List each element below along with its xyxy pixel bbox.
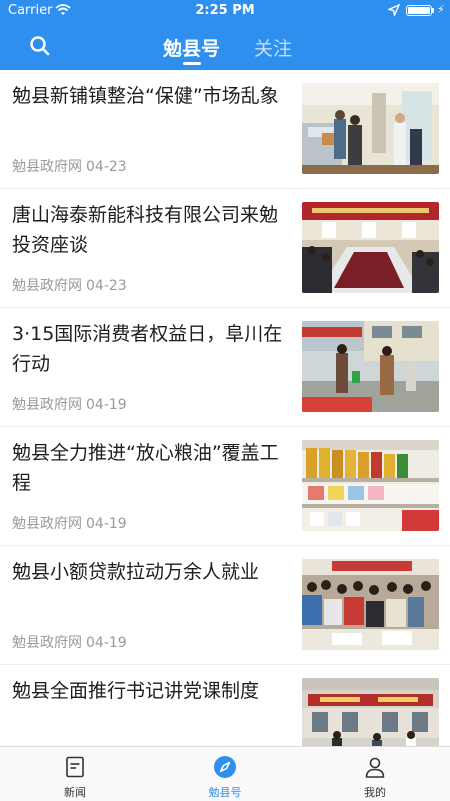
nav-label: 新闻 bbox=[64, 786, 86, 799]
article-source: 勉县政府网 bbox=[12, 278, 82, 294]
charging-bolt-icon: ⚡ bbox=[437, 3, 445, 16]
nav-label: 勉县号 bbox=[208, 786, 242, 799]
article-thumbnail bbox=[302, 678, 439, 746]
compass-icon bbox=[214, 756, 236, 778]
article-title: 勉县全力推进“放心粮油”覆盖工程 bbox=[12, 442, 279, 494]
article-meta: 勉县政府网 04-19 bbox=[12, 394, 127, 414]
article-date: 04-19 bbox=[86, 516, 127, 532]
nav-news[interactable]: 新闻 bbox=[0, 747, 150, 801]
article-title: 勉县小额贷款拉动万余人就业 bbox=[12, 561, 260, 583]
article-meta: 勉县政府网 04-23 bbox=[12, 156, 127, 176]
article-thumbnail bbox=[302, 321, 439, 412]
article-source: 勉县政府网 bbox=[12, 159, 82, 175]
list-item[interactable]: 唐山海泰新能科技有限公司来勉投资座谈 勉县政府网 04-23 bbox=[0, 189, 450, 308]
article-date: 04-23 bbox=[86, 278, 127, 294]
profile-icon bbox=[365, 757, 385, 778]
top-app-bar: Carrier 2:25 PM ⚡ 勉县号 关注 bbox=[0, 0, 450, 70]
article-source: 勉县政府网 bbox=[12, 397, 82, 413]
article-thumbnail bbox=[302, 83, 439, 174]
article-meta: 勉县政府网 04-23 bbox=[12, 275, 127, 295]
list-item[interactable]: 勉县小额贷款拉动万余人就业 勉县政府网 04-19 bbox=[0, 546, 450, 665]
battery-icon bbox=[406, 5, 432, 16]
active-tab-indicator bbox=[183, 62, 201, 65]
status-bar: Carrier 2:25 PM ⚡ bbox=[0, 0, 450, 22]
article-title: 3·15国际消费者权益日，阜川在行动 bbox=[12, 323, 283, 375]
nav-profile[interactable]: 我的 bbox=[300, 747, 450, 801]
nav-mianxianhao[interactable]: 勉县号 bbox=[150, 747, 300, 801]
bottom-tab-bar: 新闻 勉县号 我的 bbox=[0, 746, 450, 801]
list-item[interactable]: 勉县全面推行书记讲党课制度 bbox=[0, 665, 450, 746]
article-date: 04-19 bbox=[86, 635, 127, 651]
list-item[interactable]: 3·15国际消费者权益日，阜川在行动 勉县政府网 04-19 bbox=[0, 308, 450, 427]
article-title: 勉县全面推行书记讲党课制度 bbox=[12, 680, 260, 702]
article-thumbnail bbox=[302, 202, 439, 293]
list-item[interactable]: 勉县新铺镇整治“保健”市场乱象 勉县政府网 04-23 bbox=[0, 70, 450, 189]
article-meta: 勉县政府网 04-19 bbox=[12, 632, 127, 652]
article-date: 04-23 bbox=[86, 159, 127, 175]
article-title: 勉县新铺镇整治“保健”市场乱象 bbox=[12, 85, 279, 107]
clock: 2:25 PM bbox=[195, 3, 255, 18]
article-thumbnail bbox=[302, 440, 439, 531]
battery-tip bbox=[432, 8, 434, 13]
news-icon bbox=[66, 756, 84, 778]
article-title: 唐山海泰新能科技有限公司来勉投资座谈 bbox=[12, 204, 279, 256]
nav-label: 我的 bbox=[364, 786, 386, 799]
article-meta: 勉县政府网 04-19 bbox=[12, 513, 127, 533]
header-tabs: 勉县号 关注 bbox=[0, 30, 450, 70]
list-item[interactable]: 勉县全力推进“放心粮油”覆盖工程 勉县政府网 04-19 bbox=[0, 427, 450, 546]
article-list: 勉县新铺镇整治“保健”市场乱象 勉县政府网 04-23 唐山海泰新能科技有限公司… bbox=[0, 70, 450, 746]
article-thumbnail bbox=[302, 559, 439, 650]
tab-mianxianhao[interactable]: 勉县号 bbox=[163, 34, 220, 61]
article-source: 勉县政府网 bbox=[12, 516, 82, 532]
article-date: 04-19 bbox=[86, 397, 127, 413]
article-source: 勉县政府网 bbox=[12, 635, 82, 651]
tab-follow[interactable]: 关注 bbox=[254, 34, 292, 61]
location-arrow-icon bbox=[386, 3, 401, 20]
battery-fill bbox=[408, 7, 430, 14]
